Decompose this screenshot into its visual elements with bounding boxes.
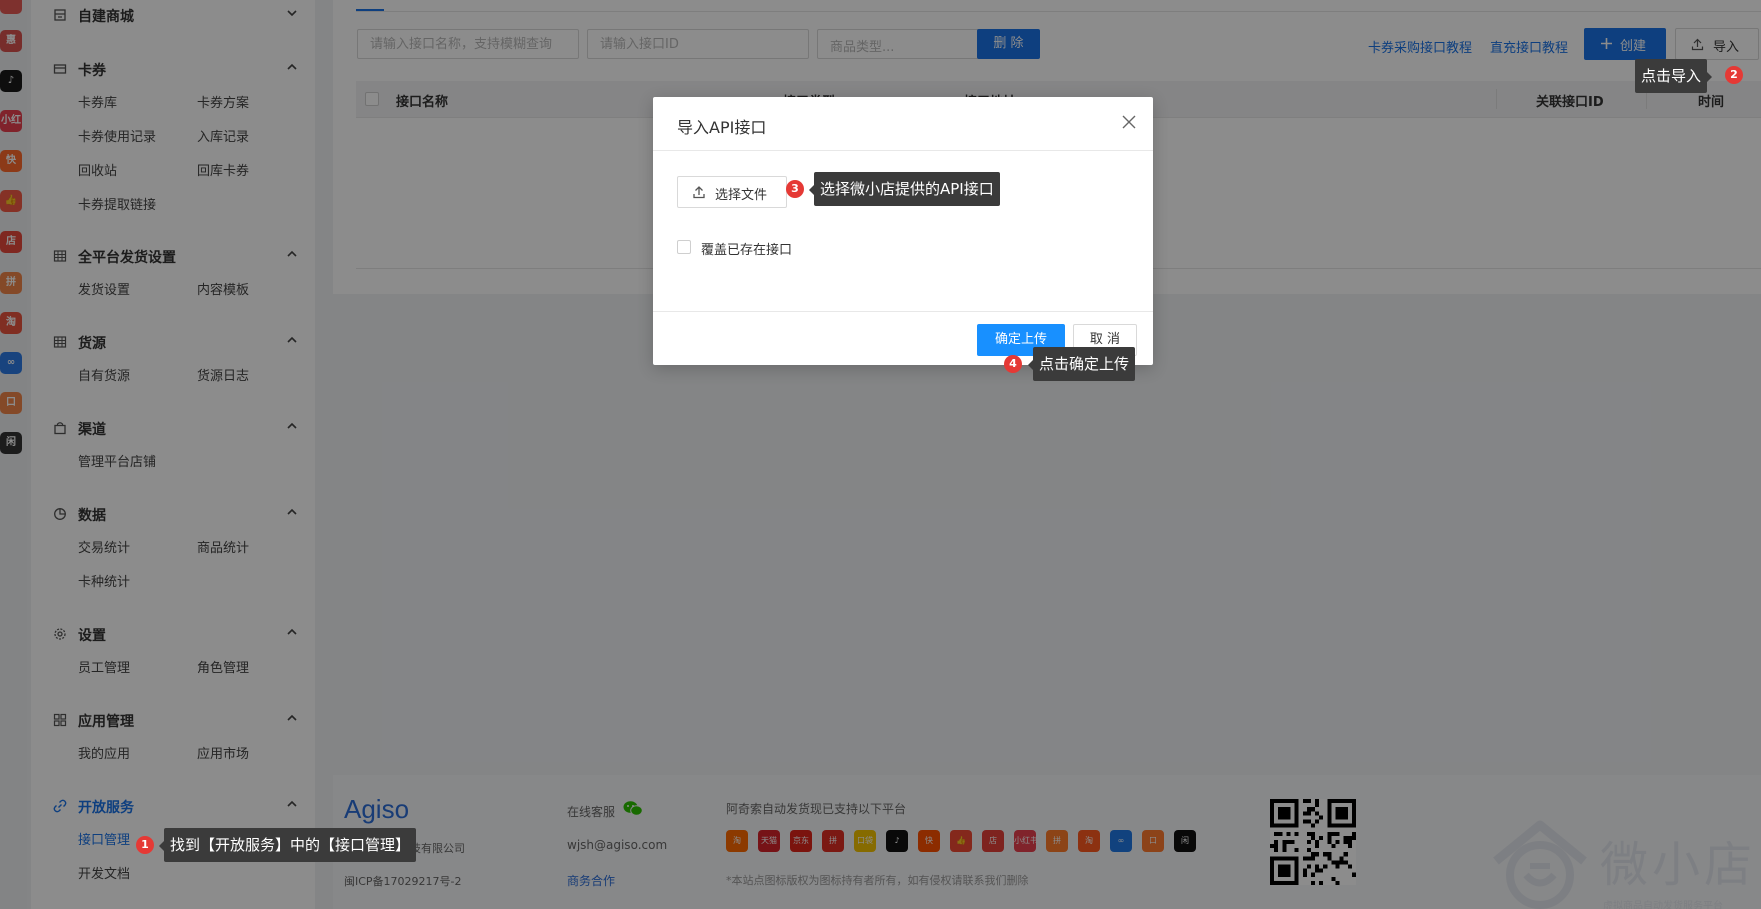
choose-file-button[interactable]: 选择文件 xyxy=(677,176,787,208)
step-badge: 3 xyxy=(786,180,804,198)
step-tooltip-text: 找到【开放服务】中的【接口管理】 xyxy=(170,836,411,854)
step-tooltip-text: 点击确定上传 xyxy=(1039,355,1130,373)
dialog-footer-divider xyxy=(653,311,1153,312)
upload-icon xyxy=(693,186,705,199)
step-badge: 4 xyxy=(1004,355,1022,373)
dialog-title: 导入API接口 xyxy=(677,118,767,137)
step-tooltip: 点击确定上传 xyxy=(1028,347,1136,381)
step-tooltip: 点击导入 xyxy=(1635,59,1713,93)
close-icon[interactable] xyxy=(1121,114,1137,130)
step-tooltip-text: 选择微小店提供的API接口 xyxy=(820,180,994,198)
step-badge: 2 xyxy=(1725,66,1743,84)
step-tooltip: 找到【开放服务】中的【接口管理】 xyxy=(159,828,417,862)
step-badge: 1 xyxy=(136,836,154,854)
step-tooltip: 选择微小店提供的API接口 xyxy=(809,172,1000,206)
import-api-dialog: 导入API接口 选择文件 覆盖已存在接口 确定上传 取 消 xyxy=(653,97,1153,365)
step-tooltip-text: 点击导入 xyxy=(1641,67,1702,85)
overwrite-checkbox[interactable] xyxy=(677,240,691,254)
overwrite-label: 覆盖已存在接口 xyxy=(701,243,793,258)
dialog-header-divider xyxy=(653,150,1153,151)
choose-file-label: 选择文件 xyxy=(715,188,768,203)
